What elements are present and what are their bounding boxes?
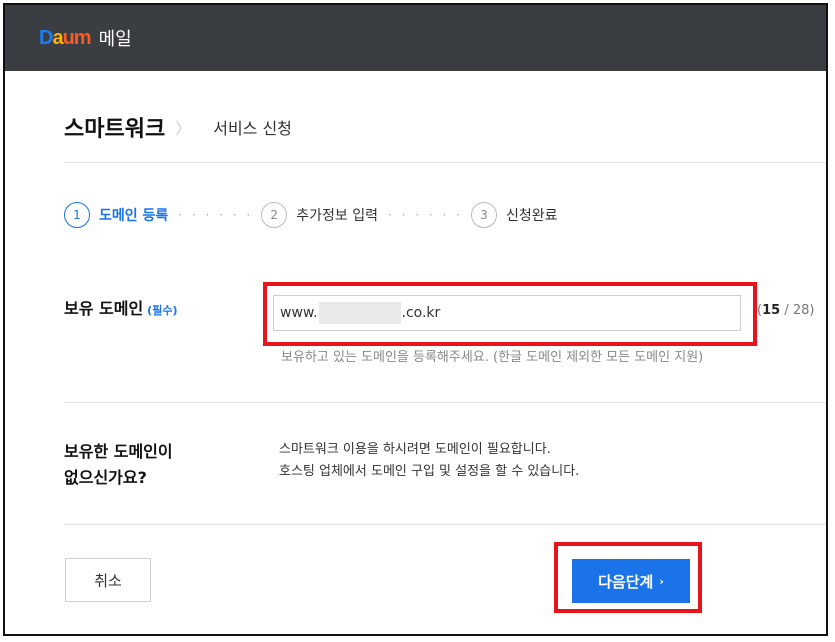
domain-help-text: 보유하고 있는 도메인을 등록해주세요. (한글 도메인 제외한 모든 도메인 …	[281, 350, 704, 365]
step-label: 신청완료	[505, 208, 558, 224]
domain-label-text: 보유 도메인	[64, 299, 144, 318]
header-divider	[64, 162, 826, 163]
breadcrumb-separator-icon: 〉	[175, 119, 192, 138]
required-label: (필수)	[147, 304, 178, 317]
footer-divider	[64, 524, 826, 525]
step-dots: · · · · · ·	[387, 208, 463, 222]
daum-logo-mark: Daum	[39, 26, 92, 49]
step-label: 추가정보 입력	[296, 208, 378, 224]
step-number: 3	[470, 202, 497, 228]
step-indicator: 1 도메인 등록 · · · · · · 2 추가정보 입력 · · · · ·…	[64, 202, 557, 228]
char-count-current: 15	[762, 303, 781, 318]
domain-label: 보유 도메인 (필수)	[64, 295, 177, 319]
step-dots: · · · · · ·	[178, 208, 254, 222]
char-count-max: / 28)	[784, 303, 815, 318]
step-complete: 3 신청완료	[470, 202, 558, 228]
step-domain-register: 1 도메인 등록	[64, 202, 168, 228]
section-divider	[64, 402, 826, 403]
desc-line2: 호스팅 업체에서 도메인 구입 및 설정을 할 수 있습니다.	[279, 464, 580, 479]
no-domain-description: 스마트워크 이용을 하시려면 도메인이 필요합니다. 호스팅 업체에서 도메인 …	[279, 439, 579, 483]
highlight-box-domain	[263, 282, 757, 346]
step-number: 2	[261, 202, 288, 228]
no-domain-label-line2: 없으신가요?	[64, 468, 147, 487]
cancel-button[interactable]: 취소	[65, 558, 151, 602]
page-header: 스마트워크 〉 서비스 신청	[64, 111, 292, 143]
char-counter: (15 / 28)	[757, 303, 815, 318]
highlight-box-next	[554, 542, 702, 613]
page-title: 스마트워크	[64, 117, 166, 142]
breadcrumb: 서비스 신청	[213, 119, 292, 138]
daum-logo[interactable]: Daum 메일	[39, 25, 132, 51]
no-domain-label-line1: 보유한 도메인이	[64, 442, 173, 461]
top-bar: Daum 메일	[5, 5, 826, 71]
step-label: 도메인 등록	[99, 208, 169, 224]
desc-line1: 스마트워크 이용을 하시려면 도메인이 필요합니다.	[279, 442, 551, 457]
no-domain-label: 보유한 도메인이 없으신가요?	[64, 439, 173, 491]
service-name: 메일	[98, 29, 132, 50]
app-window: Daum 메일 스마트워크 〉 서비스 신청 1 도메인 등록 · · · · …	[3, 3, 828, 636]
step-number: 1	[64, 202, 90, 228]
step-additional-info: 2 추가정보 입력	[261, 202, 378, 228]
